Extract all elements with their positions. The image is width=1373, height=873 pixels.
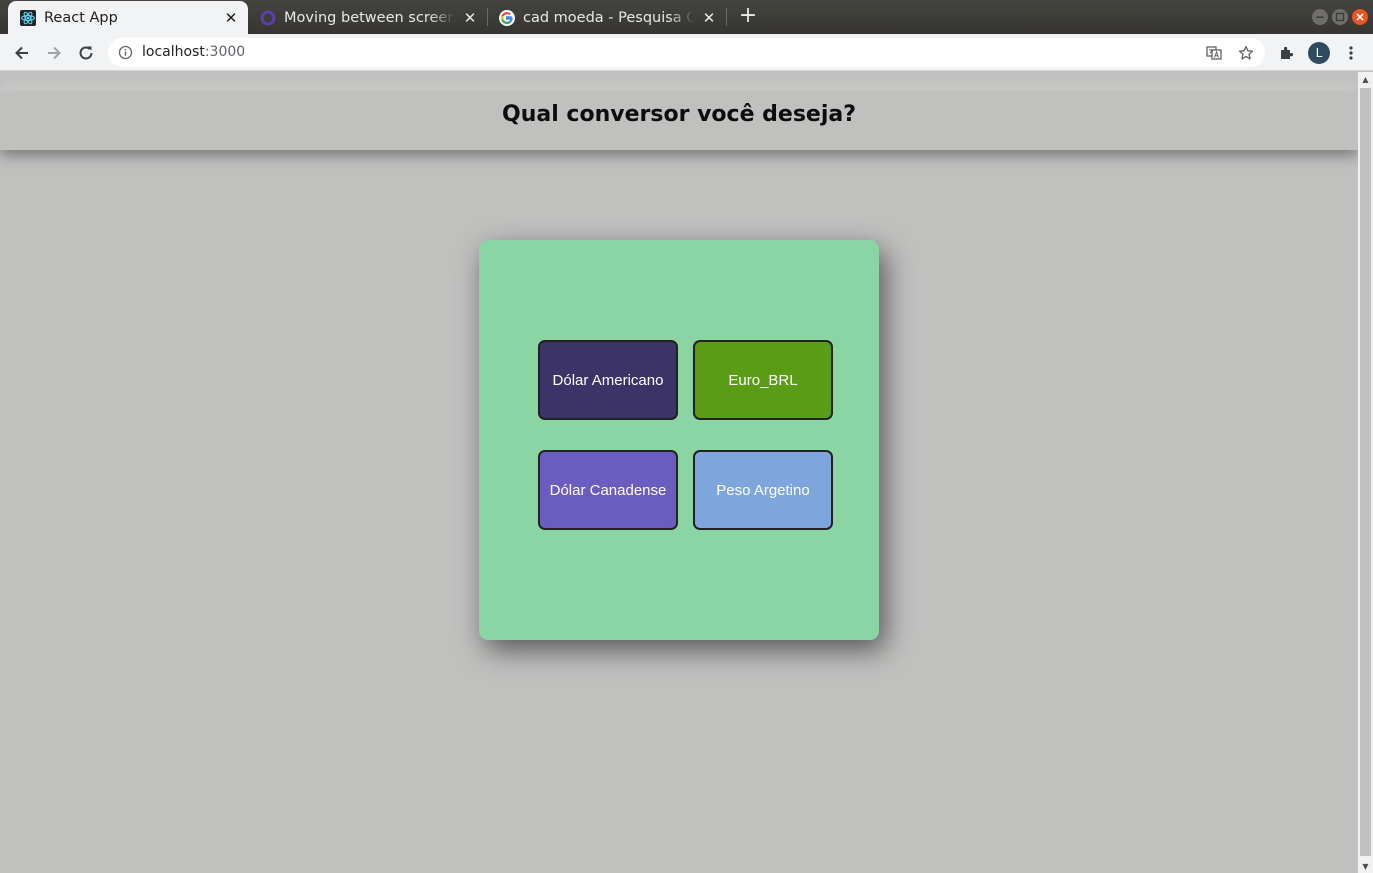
converter-card: Dólar Americano Euro_BRL Dólar Canadense… bbox=[479, 240, 879, 640]
react-icon bbox=[20, 9, 36, 26]
tab-google-search[interactable]: cad moeda - Pesquisa Google ✕ bbox=[487, 1, 726, 34]
peso-argetino-button[interactable]: Peso Argetino bbox=[693, 450, 833, 530]
address-bar[interactable]: localhost:3000 bbox=[108, 38, 1265, 67]
browser-toolbar: localhost:3000 L bbox=[0, 34, 1373, 71]
tab-moving-between-screens[interactable]: Moving between screens ✕ bbox=[248, 1, 487, 34]
tab-react-app[interactable]: React App ✕ bbox=[8, 1, 248, 34]
close-icon[interactable]: ✕ bbox=[698, 7, 720, 29]
close-icon[interactable]: ✕ bbox=[459, 7, 481, 29]
bookmark-star-icon[interactable] bbox=[1237, 44, 1255, 62]
scrollbar-thumb[interactable] bbox=[1360, 88, 1371, 856]
page-title: Qual conversor você deseja? bbox=[502, 102, 856, 127]
reload-icon[interactable] bbox=[73, 40, 99, 66]
tab-title: React App bbox=[44, 9, 118, 26]
tab-title: Moving between screens bbox=[284, 9, 455, 26]
dolar-americano-button[interactable]: Dólar Americano bbox=[538, 340, 678, 420]
tab-separator bbox=[726, 8, 727, 26]
window-close-icon[interactable] bbox=[1352, 9, 1368, 25]
page-scrollbar[interactable]: ▲ ▼ bbox=[1358, 72, 1373, 873]
extensions-puzzle-icon[interactable] bbox=[1274, 40, 1300, 66]
tab-title: cad moeda - Pesquisa Google bbox=[523, 9, 694, 26]
profile-avatar[interactable]: L bbox=[1308, 42, 1330, 64]
close-icon[interactable]: ✕ bbox=[220, 7, 242, 29]
tab-strip: React App ✕ Moving between screens ✕ cad… bbox=[0, 0, 1373, 34]
new-tab-plus-icon[interactable]: + bbox=[736, 5, 760, 29]
url-port: :3000 bbox=[204, 44, 246, 60]
scroll-up-arrow-icon[interactable]: ▲ bbox=[1358, 72, 1373, 86]
euro-brl-button[interactable]: Euro_BRL bbox=[693, 340, 833, 420]
url-text[interactable]: localhost:3000 bbox=[142, 44, 245, 60]
minimize-icon[interactable] bbox=[1312, 9, 1328, 25]
kebab-menu-icon[interactable] bbox=[1338, 40, 1364, 66]
dolar-canadense-button[interactable]: Dólar Canadense bbox=[538, 450, 678, 530]
forward-arrow-icon[interactable] bbox=[41, 40, 67, 66]
translate-icon[interactable] bbox=[1205, 44, 1223, 62]
scroll-down-arrow-icon[interactable]: ▼ bbox=[1358, 859, 1373, 873]
ring-icon bbox=[260, 10, 276, 26]
page-viewport: Qual conversor você deseja? Dólar Americ… bbox=[0, 72, 1358, 873]
back-arrow-icon[interactable] bbox=[9, 40, 35, 66]
info-icon[interactable] bbox=[118, 45, 133, 60]
maximize-icon[interactable] bbox=[1332, 9, 1348, 25]
url-host: localhost bbox=[142, 44, 205, 60]
google-icon bbox=[499, 9, 515, 26]
